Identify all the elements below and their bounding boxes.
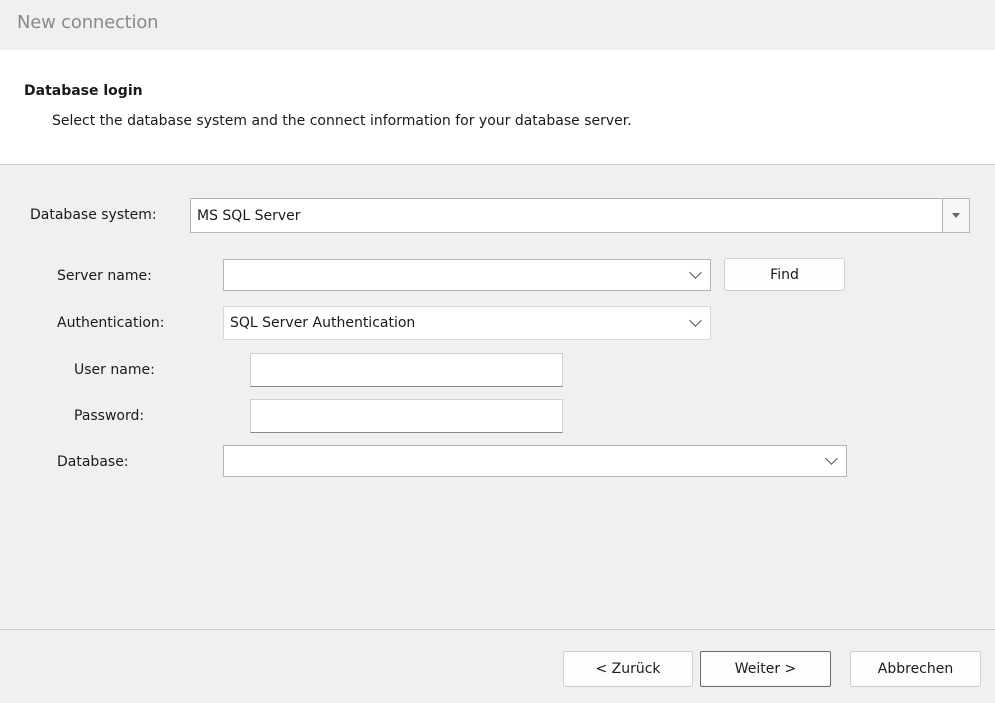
find-button[interactable]: Find (724, 258, 845, 291)
next-button[interactable]: Weiter > (700, 651, 831, 687)
cancel-button[interactable]: Abbrechen (850, 651, 981, 687)
footer-divider (0, 629, 995, 630)
database-label: Database: (57, 454, 129, 470)
wizard-header: Database login Select the database syste… (0, 50, 995, 165)
server-name-combobox[interactable] (223, 259, 711, 291)
chevron-down-icon[interactable] (689, 314, 702, 327)
password-input[interactable] (250, 399, 563, 433)
database-system-dropdown-button[interactable] (942, 199, 969, 232)
chevron-down-icon[interactable] (689, 266, 702, 279)
title-bar: New connection (0, 0, 995, 50)
server-name-label: Server name: (57, 268, 152, 284)
authentication-value: SQL Server Authentication (230, 315, 416, 331)
chevron-down-icon[interactable] (825, 452, 838, 465)
database-system-value: MS SQL Server (197, 207, 301, 224)
user-name-input[interactable] (250, 353, 563, 387)
user-name-label: User name: (74, 362, 155, 378)
header-subtitle: Select the database system and the conne… (52, 113, 632, 129)
triangle-down-icon (952, 213, 960, 218)
header-title: Database login (24, 83, 143, 99)
password-label: Password: (74, 408, 145, 424)
back-button[interactable]: < Zurück (563, 651, 693, 687)
database-combobox[interactable] (223, 445, 847, 477)
authentication-select[interactable]: SQL Server Authentication (223, 306, 711, 340)
authentication-label: Authentication: (57, 315, 165, 331)
window-title: New connection (17, 12, 159, 33)
database-system-label: Database system: (30, 207, 157, 223)
database-system-select[interactable]: MS SQL Server (190, 198, 970, 233)
